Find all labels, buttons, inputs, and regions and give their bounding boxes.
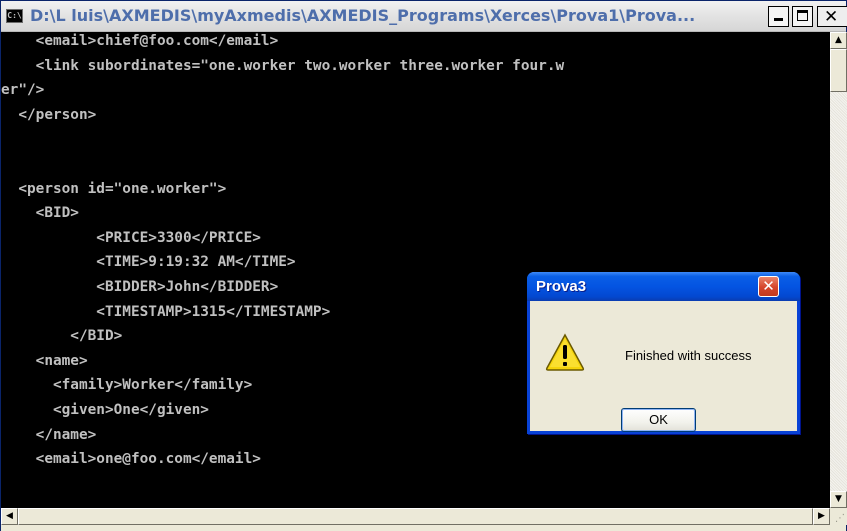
vertical-scroll-thumb[interactable]: [830, 49, 847, 92]
warning-icon: [545, 333, 585, 371]
dialog-close-button[interactable]: ✕: [758, 276, 779, 297]
console-line: <given>One</given>: [1, 401, 209, 418]
console-line: <family>Worker</family>: [1, 377, 253, 394]
scroll-down-button[interactable]: ▼: [830, 491, 847, 508]
console-line: <TIME>9:19:32 AM</TIME>: [1, 254, 296, 271]
maximize-icon: [797, 10, 808, 21]
console-line: </BID>: [1, 328, 123, 345]
console-line: <link subordinates="one.worker two.worke…: [1, 57, 565, 74]
console-line: </person>: [1, 106, 97, 123]
vertical-scrollbar[interactable]: ▲ ▼: [830, 32, 847, 508]
console-line: <BIDDER>John</BIDDER>: [1, 278, 279, 295]
console-window: C:\ D:\L luis\AXMEDIS\myAxmedis\AXMEDIS_…: [0, 0, 847, 531]
horizontal-scrollbar[interactable]: ◀ ▶: [1, 508, 830, 525]
scroll-right-button[interactable]: ▶: [813, 508, 830, 525]
close-icon: ✕: [762, 277, 775, 295]
minimize-icon: [774, 18, 783, 21]
close-icon: ✕: [824, 7, 839, 27]
message-dialog: Prova3 ✕ Finished with success OK: [527, 272, 800, 434]
console-output[interactable]: <email>chief@foo.com</email> <link subor…: [1, 32, 830, 508]
close-button[interactable]: ✕: [817, 6, 847, 27]
console-line: <BID>: [1, 205, 79, 222]
window-title: D:\L luis\AXMEDIS\myAxmedis\AXMEDIS_Prog…: [30, 6, 696, 25]
console-line: er"/>: [1, 82, 45, 99]
dialog-titlebar[interactable]: Prova3 ✕: [527, 272, 800, 301]
dialog-title: Prova3: [536, 278, 587, 295]
console-line: <name>: [1, 352, 88, 369]
right-arrow-icon: ▶: [818, 511, 825, 521]
console-line: <person id="one.worker">: [1, 180, 227, 197]
horizontal-scroll-thumb[interactable]: [18, 508, 813, 525]
console-line: <email>one@foo.com</email>: [1, 451, 261, 468]
scroll-left-button[interactable]: ◀: [1, 508, 18, 525]
console-text: <email>chief@foo.com</email> <link subor…: [1, 32, 564, 472]
console-line: <email>chief@foo.com</email>: [1, 33, 279, 49]
window-bottom-border: [1, 525, 846, 531]
maximize-button[interactable]: [792, 6, 813, 27]
console-app-icon[interactable]: C:\: [6, 9, 23, 23]
ok-button[interactable]: OK: [621, 408, 696, 432]
window-titlebar[interactable]: C:\ D:\L luis\AXMEDIS\myAxmedis\AXMEDIS_…: [1, 1, 847, 32]
resize-grip[interactable]: ⋰: [830, 508, 847, 525]
left-arrow-icon: ◀: [6, 511, 13, 521]
up-arrow-icon: ▲: [835, 35, 842, 45]
scroll-up-button[interactable]: ▲: [830, 32, 847, 49]
down-arrow-icon: ▼: [835, 494, 842, 504]
dialog-message: Finished with success: [625, 348, 752, 363]
console-line: <PRICE>3300</PRICE>: [1, 229, 261, 246]
minimize-button[interactable]: [768, 6, 789, 27]
resize-grip-icon: ⋰: [835, 513, 845, 524]
console-line: </name>: [1, 426, 97, 443]
console-line: <TIMESTAMP>1315</TIMESTAMP>: [1, 303, 331, 320]
